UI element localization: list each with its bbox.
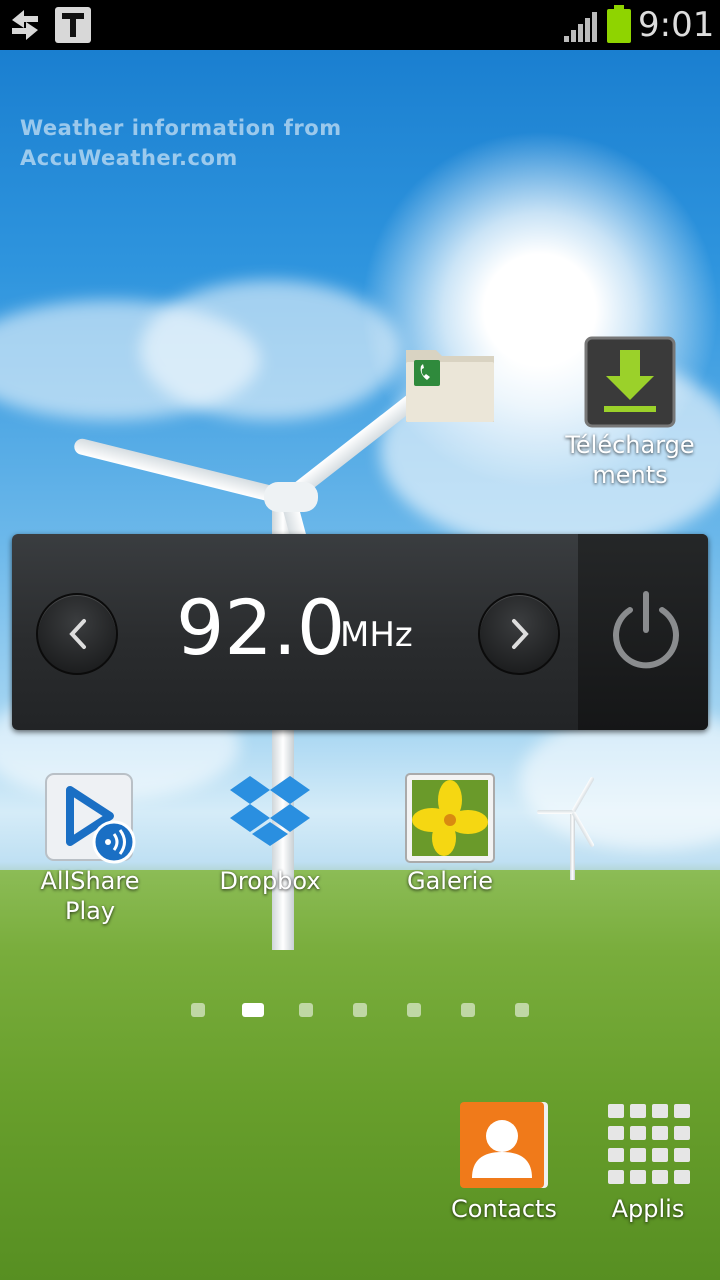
folder-phone-icon — [404, 336, 496, 428]
applis-label: Applis — [611, 1195, 685, 1223]
page-dot-3[interactable] — [299, 1003, 313, 1017]
downloads-app[interactable]: Télécharge ments — [560, 336, 700, 490]
applis-button[interactable]: Applis — [578, 1100, 718, 1224]
chevron-right-icon — [512, 619, 529, 649]
tune-down-button[interactable] — [36, 593, 118, 675]
frequency-unit: MHz — [340, 615, 413, 655]
contacts-app[interactable]: Contacts — [434, 1100, 574, 1224]
dropbox-icon — [224, 772, 316, 864]
clock: 9:01 — [638, 5, 715, 45]
page-dot-5[interactable] — [407, 1003, 421, 1017]
chevron-left-icon — [69, 619, 86, 649]
allshare-label-line2: Play — [64, 897, 116, 925]
weather-widget[interactable]: Weather information from AccuWeather.com — [20, 113, 342, 173]
app-grid-icon — [602, 1100, 694, 1192]
sync-icon — [12, 10, 38, 40]
t-app-icon — [55, 7, 91, 43]
dropbox-app[interactable]: Dropbox — [200, 772, 340, 896]
allshare-play-app[interactable]: AllShare Play — [20, 772, 160, 926]
page-dot-7[interactable] — [515, 1003, 529, 1017]
allshare-label-line1: AllShare — [40, 867, 140, 895]
page-dot-2-active[interactable] — [242, 1003, 264, 1017]
download-icon — [584, 336, 676, 428]
power-button[interactable] — [578, 534, 708, 730]
galerie-label: Galerie — [406, 867, 494, 895]
folder-shortcut[interactable] — [380, 336, 520, 430]
page-dot-1[interactable] — [191, 1003, 205, 1017]
frequency-display: 92.0 — [176, 583, 346, 672]
galerie-app[interactable]: Galerie — [380, 772, 520, 896]
battery-icon — [607, 5, 631, 43]
page-dot-4[interactable] — [353, 1003, 367, 1017]
downloads-label-line2: ments — [592, 461, 668, 489]
power-icon — [613, 591, 679, 669]
page-dot-6[interactable] — [461, 1003, 475, 1017]
signal-bars-icon — [564, 12, 597, 42]
downloads-label-line1: Télécharge — [565, 431, 695, 459]
dropbox-label: Dropbox — [219, 867, 321, 895]
allshare-play-icon — [44, 772, 136, 864]
weather-attribution-line1: Weather information from — [20, 116, 342, 140]
gallery-icon — [404, 772, 496, 864]
weather-attribution-line2: AccuWeather.com — [20, 146, 238, 170]
status-bar[interactable]: 9:01 — [0, 0, 720, 50]
contacts-label: Contacts — [451, 1195, 557, 1223]
tune-up-button[interactable] — [478, 593, 560, 675]
contacts-icon — [458, 1100, 550, 1192]
